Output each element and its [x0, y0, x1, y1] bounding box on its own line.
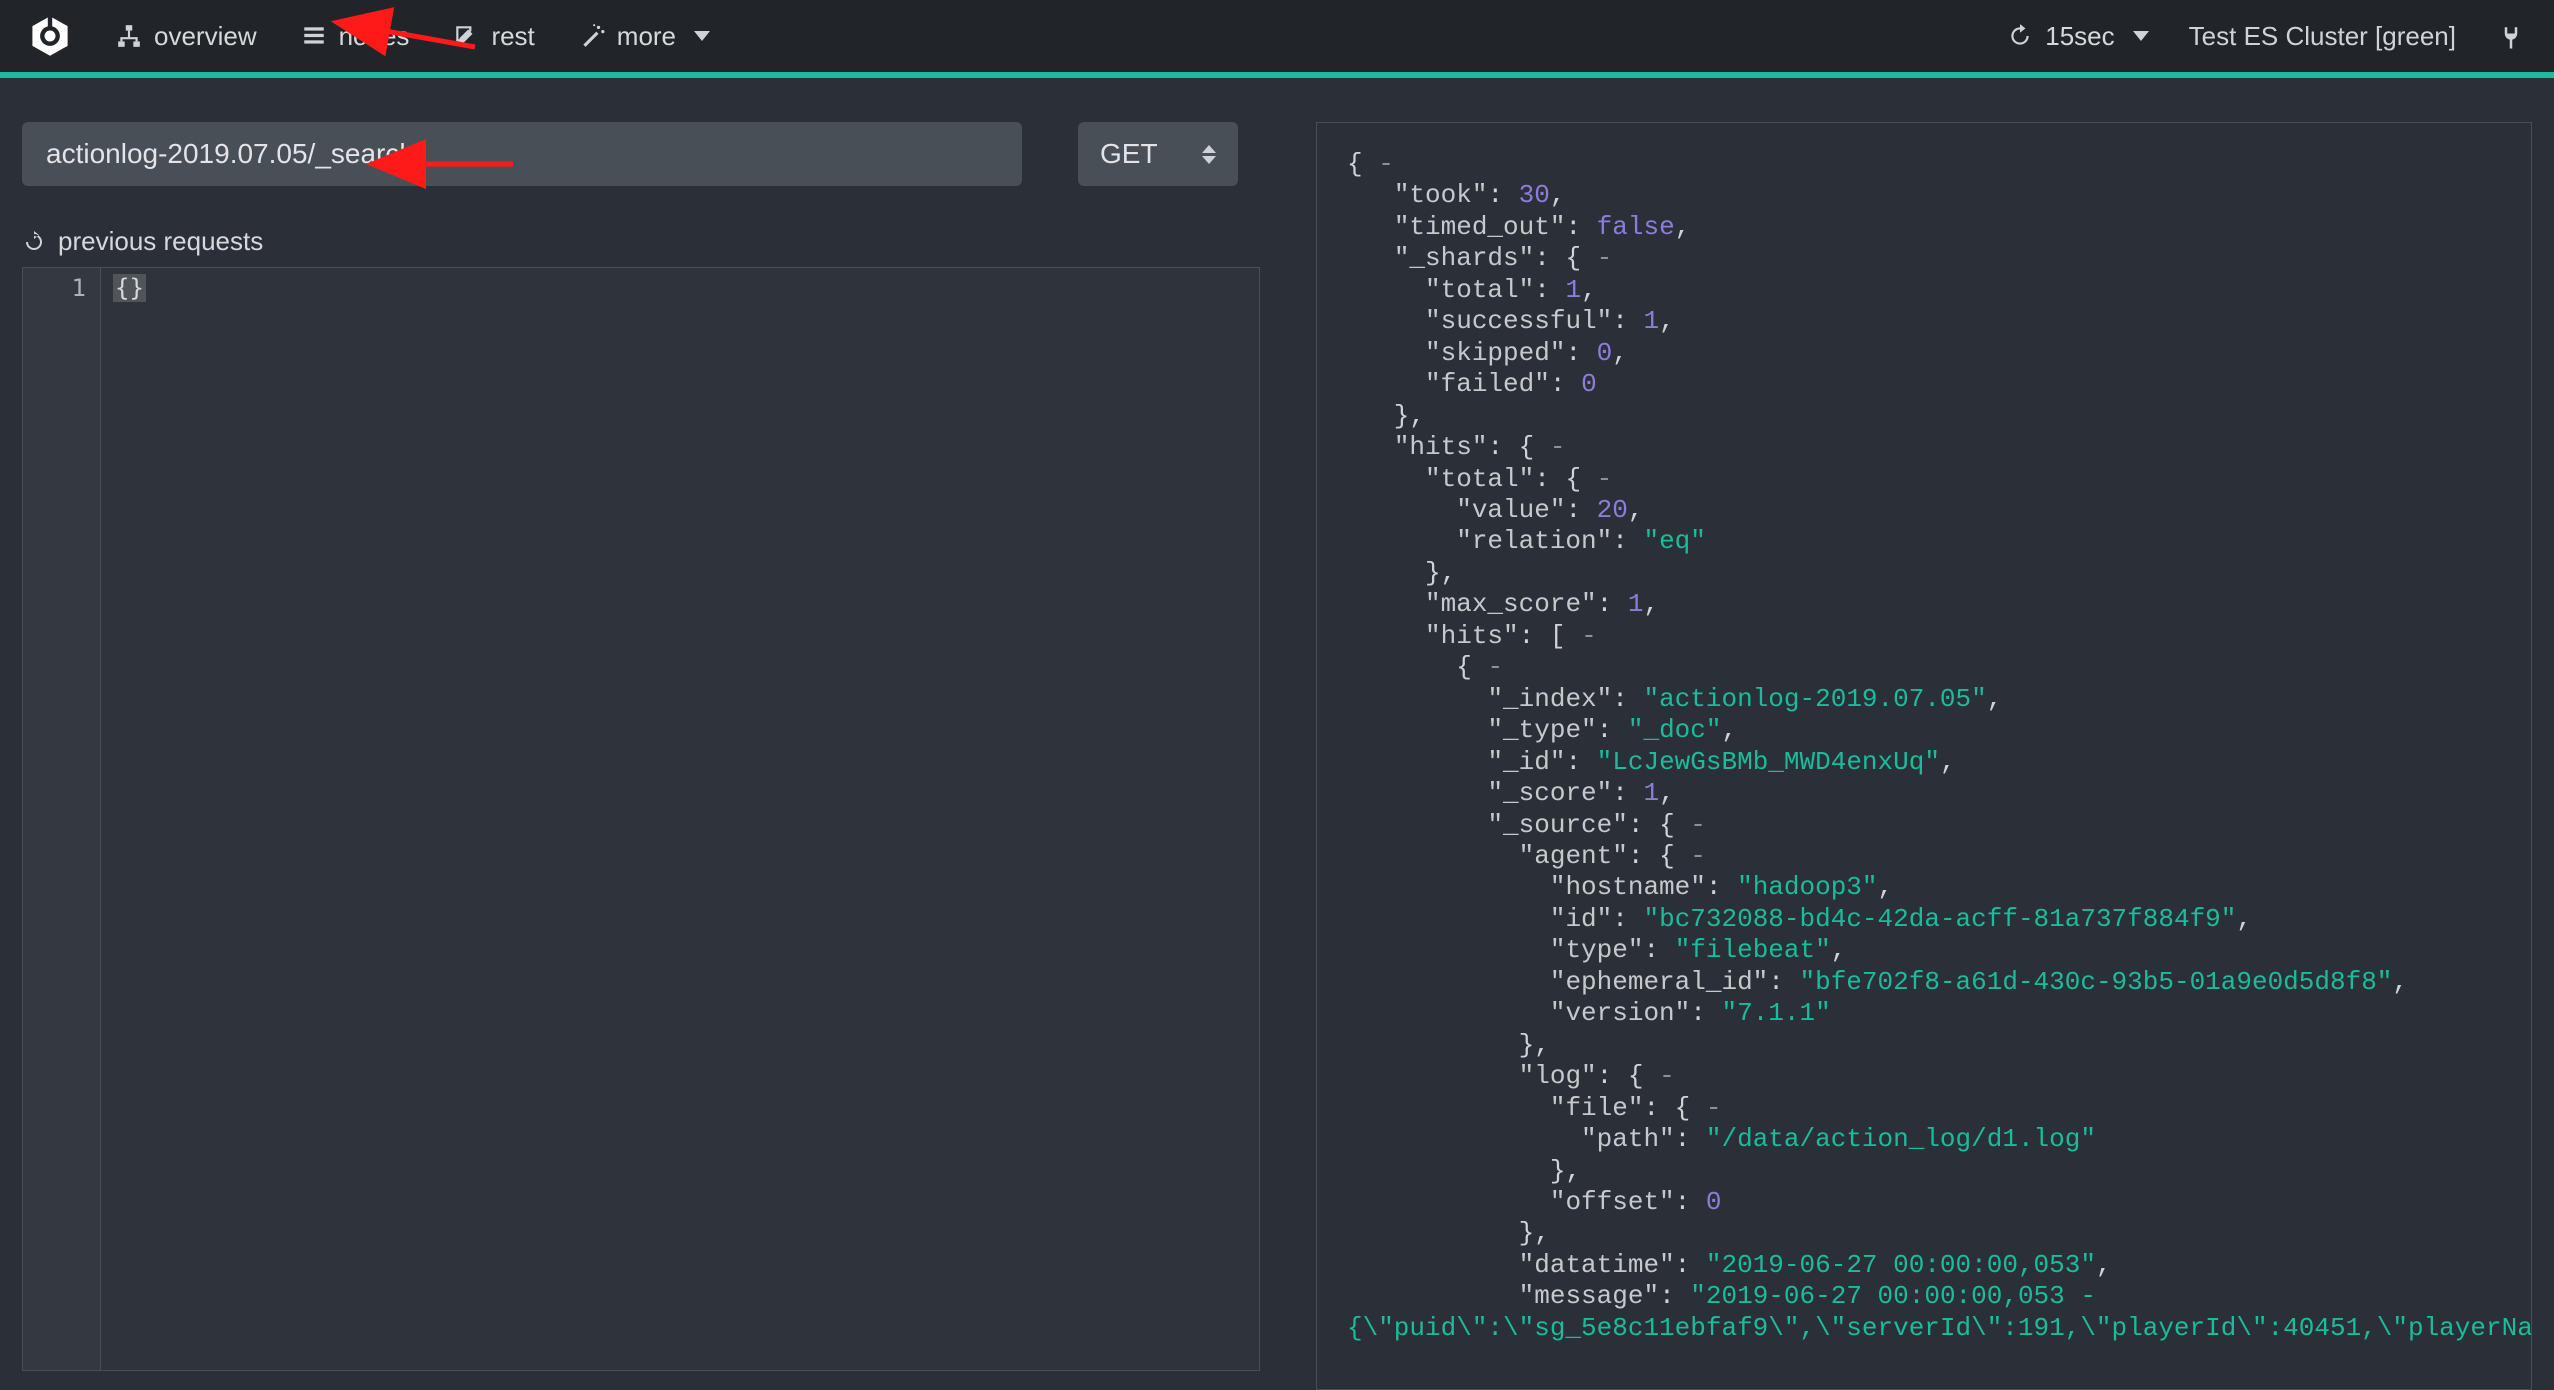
- http-method-select[interactable]: GET: [1078, 122, 1238, 186]
- response-pane[interactable]: { - "took": 30, "timed_out": false, "_sh…: [1316, 122, 2532, 1390]
- list-icon: [301, 23, 327, 49]
- pencil-square-icon: [453, 23, 479, 49]
- cluster-name[interactable]: Test ES Cluster [green]: [2189, 21, 2456, 52]
- nav-rest[interactable]: rest: [453, 21, 534, 52]
- magic-wand-icon: [579, 23, 605, 49]
- workarea: GET previous requests 1 {} { - "took": 3…: [0, 78, 2554, 1390]
- editor-content: {}: [113, 274, 146, 302]
- navbar: overview nodes rest more 15sec Test ES C…: [0, 0, 2554, 72]
- request-body-editor[interactable]: 1 {}: [22, 267, 1260, 1371]
- nav-more-label: more: [617, 21, 676, 52]
- chevron-down-icon: [694, 31, 710, 41]
- nav-more[interactable]: more: [579, 21, 710, 52]
- refresh-icon: [2007, 23, 2033, 49]
- app-logo[interactable]: [28, 14, 72, 58]
- previous-requests-toggle[interactable]: previous requests: [22, 226, 1260, 257]
- previous-requests-label: previous requests: [58, 226, 263, 257]
- editor-body[interactable]: {}: [101, 268, 1259, 1370]
- request-panel: GET previous requests 1 {}: [22, 122, 1260, 1390]
- plug-icon[interactable]: [2496, 21, 2526, 51]
- nav-nodes[interactable]: nodes: [301, 21, 410, 52]
- nav-rest-label: rest: [491, 21, 534, 52]
- request-url-input[interactable]: [22, 122, 1022, 186]
- line-number: 1: [23, 274, 86, 302]
- nav-overview-label: overview: [154, 21, 257, 52]
- editor-gutter: 1: [23, 268, 101, 1370]
- nav-overview[interactable]: overview: [116, 21, 257, 52]
- sitemap-icon: [116, 23, 142, 49]
- history-icon: [22, 230, 46, 254]
- chevron-down-icon: [2133, 31, 2149, 41]
- refresh-interval[interactable]: 15sec: [2007, 21, 2148, 52]
- http-method-value: GET: [1100, 138, 1158, 170]
- refresh-interval-label: 15sec: [2045, 21, 2114, 52]
- nav-nodes-label: nodes: [339, 21, 410, 52]
- select-updown-icon: [1202, 145, 1216, 164]
